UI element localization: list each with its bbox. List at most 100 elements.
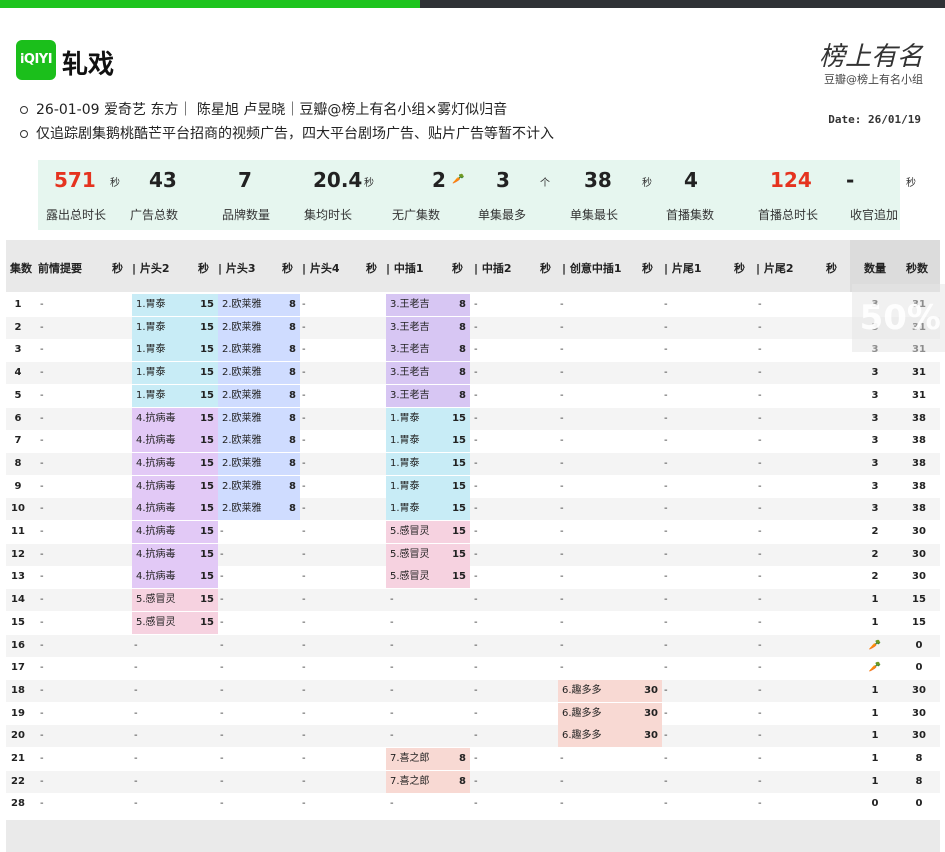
- recap-cell: -: [40, 480, 44, 492]
- empty-ad-cell: -: [474, 367, 478, 379]
- column-header: 秒: [734, 262, 745, 275]
- stat-label: 露出总时长: [46, 208, 107, 222]
- empty-ad-cell: -: [560, 299, 564, 310]
- recap-cell: -: [40, 457, 44, 469]
- empty-ad-cell: -: [390, 616, 394, 628]
- ad-seconds: 31: [912, 367, 926, 379]
- empty-ad-cell: -: [474, 616, 478, 628]
- ad-name: 2.欧莱雅: [222, 412, 262, 424]
- stat-unit: 个: [540, 178, 550, 189]
- episode-number: 19: [11, 707, 25, 719]
- ad-name: 1.胃泰: [136, 367, 166, 379]
- ad-name: 4.抗病毒: [136, 526, 176, 537]
- bullet-icon: [20, 106, 28, 114]
- stat-card: 20.4 秒集均时长: [296, 160, 382, 230]
- empty-ad-cell: -: [302, 594, 306, 606]
- top-accent-dark: [420, 0, 945, 8]
- empty-ad-cell: -: [758, 299, 762, 310]
- empty-ad-cell: -: [220, 571, 224, 583]
- ad-count: 2: [871, 526, 879, 537]
- empty-ad-cell: -: [758, 344, 762, 356]
- stat-label: 集均时长: [304, 208, 353, 222]
- empty-ad-cell: -: [302, 435, 306, 447]
- ad-name: 7.喜之郎: [390, 753, 430, 764]
- ad-duration: 15: [452, 571, 466, 583]
- empty-ad-cell: -: [220, 639, 224, 651]
- ad-name: 2.欧莱雅: [222, 480, 262, 492]
- ad-seconds: 0: [915, 798, 923, 810]
- empty-ad-cell: -: [664, 526, 668, 537]
- empty-ad-cell: -: [664, 321, 668, 333]
- ad-duration: 8: [289, 299, 296, 310]
- recap-cell: -: [40, 684, 44, 696]
- empty-ad-cell: -: [134, 684, 138, 696]
- column-header: 秒: [198, 262, 209, 275]
- ad-duration: 30: [644, 707, 658, 719]
- empty-ad-cell: -: [302, 639, 306, 651]
- empty-ad-cell: -: [560, 321, 564, 333]
- ad-count: 3: [871, 435, 879, 447]
- stat-unit: 秒: [906, 178, 916, 189]
- recap-cell: -: [40, 526, 44, 537]
- ad-seconds: 15: [912, 594, 926, 606]
- empty-ad-cell: -: [664, 367, 668, 379]
- empty-ad-cell: -: [474, 730, 478, 742]
- empty-ad-cell: -: [758, 594, 762, 606]
- table-row: 13-4.抗病毒 15- -5.感冒灵 15- - - -2 30: [6, 566, 940, 589]
- stat-unit: 秒: [110, 178, 120, 189]
- ad-seconds: 0: [915, 639, 923, 651]
- page-title: 轧戏: [62, 50, 115, 80]
- ad-duration: 8: [459, 753, 466, 764]
- ad-duration: 15: [200, 503, 214, 515]
- column-header: | 片头2: [132, 262, 170, 275]
- empty-ad-cell: -: [220, 594, 224, 606]
- stat-label: 广告总数: [130, 208, 179, 222]
- empty-ad-cell: -: [302, 730, 306, 742]
- table-row: 19- - - - - -6.趣多多 30- -1 30: [6, 702, 940, 725]
- empty-ad-cell: -: [758, 412, 762, 424]
- ad-name: 5.感冒灵: [136, 616, 176, 628]
- empty-ad-cell: -: [664, 389, 668, 401]
- stat-card: 3 个单集最多: [468, 160, 554, 230]
- ad-seconds: 15: [912, 616, 926, 628]
- empty-ad-cell: -: [560, 503, 564, 515]
- empty-ad-cell: -: [302, 412, 306, 424]
- recap-cell: -: [40, 389, 44, 401]
- empty-ad-cell: -: [220, 798, 224, 810]
- ad-name: 5.感冒灵: [390, 571, 430, 583]
- ad-name: 4.抗病毒: [136, 548, 176, 560]
- ad-seconds: 30: [912, 684, 926, 696]
- ad-duration: 15: [452, 480, 466, 492]
- empty-ad-cell: -: [134, 775, 138, 787]
- empty-ad-cell: -: [390, 684, 394, 696]
- stat-card: 43 广告总数: [124, 160, 210, 230]
- recap-cell: -: [40, 730, 44, 742]
- ad-name: 4.抗病毒: [136, 503, 176, 515]
- table-row: 10-4.抗病毒 15 2.欧莱雅 8-1.胃泰 15- - - -3 38: [6, 498, 940, 521]
- empty-ad-cell: -: [560, 639, 564, 651]
- table-row: 8-4.抗病毒 15 2.欧莱雅 8-1.胃泰 15- - - -3 38: [6, 452, 940, 475]
- episode-number: 15: [11, 616, 25, 628]
- ad-duration: 8: [459, 775, 466, 787]
- column-header: 秒: [452, 262, 463, 275]
- ad-duration: 8: [459, 389, 466, 401]
- empty-ad-cell: -: [758, 503, 762, 515]
- empty-ad-cell: -: [758, 435, 762, 447]
- ad-name: 1.胃泰: [390, 503, 420, 515]
- empty-ad-cell: -: [390, 798, 394, 810]
- ad-name: 7.喜之郎: [390, 775, 430, 787]
- ad-count: 3: [871, 412, 879, 424]
- info-line-2: 仅追踪剧集鹅桃酷芒平台招商的视频广告，四大平台剧场广告、贴片广告等暂不计入: [20, 123, 554, 143]
- empty-ad-cell: -: [560, 571, 564, 583]
- ad-seconds: 0: [915, 662, 923, 674]
- empty-ad-cell: -: [758, 321, 762, 333]
- bullet-icon: [20, 130, 28, 138]
- table-row: 5-1.胃泰 15 2.欧莱雅 8-3.王老吉 8- - - -3 31: [6, 384, 940, 407]
- recap-cell: -: [40, 412, 44, 424]
- empty-ad-cell: -: [474, 639, 478, 651]
- ad-name: 6.趣多多: [562, 730, 602, 742]
- empty-ad-cell: -: [474, 684, 478, 696]
- empty-ad-cell: -: [758, 548, 762, 560]
- column-header: 前情提要: [38, 262, 82, 275]
- episode-number: 14: [11, 594, 25, 606]
